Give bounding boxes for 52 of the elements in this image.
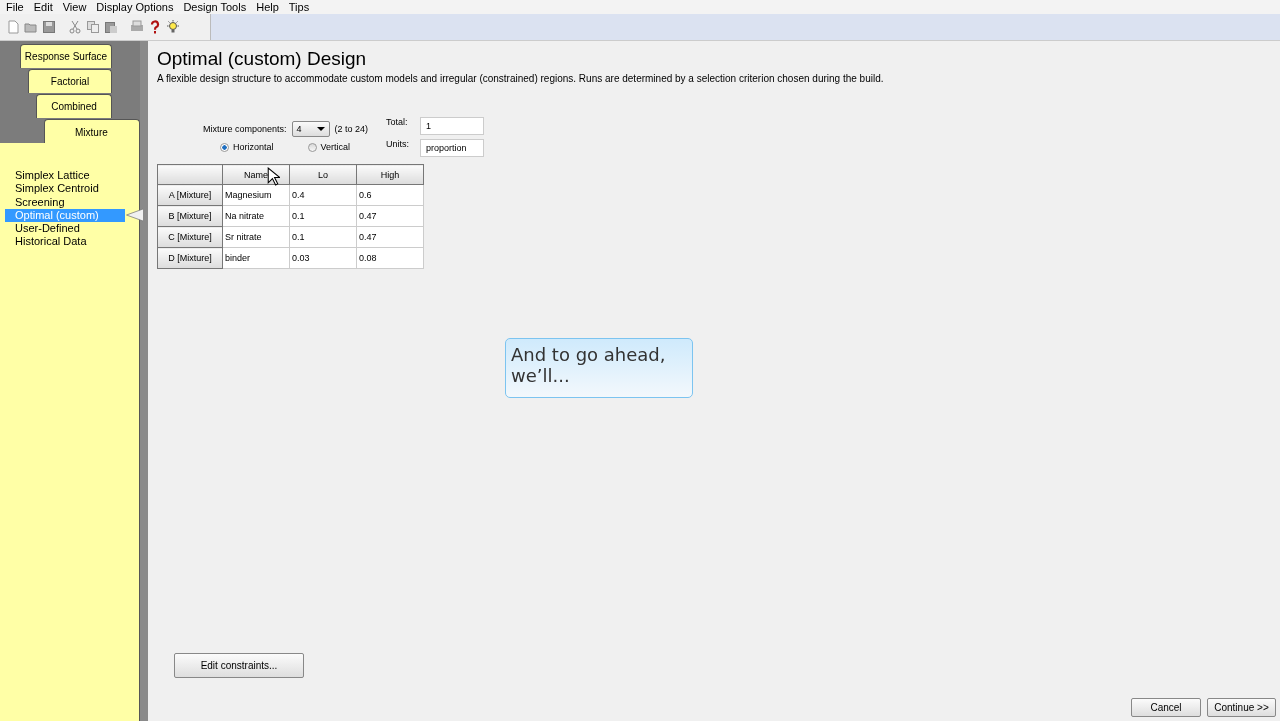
category-tab[interactable]: Mixture <box>44 119 140 144</box>
total-field[interactable]: 1 <box>420 117 485 135</box>
row-header[interactable]: B [Mixture] <box>157 205 223 227</box>
save-icon[interactable] <box>42 20 56 34</box>
category-tab[interactable]: Response Surface <box>20 44 112 68</box>
scissors-icon[interactable] <box>68 20 82 34</box>
radio-option[interactable]: Vertical <box>307 142 351 152</box>
radio-button-icon[interactable] <box>307 142 317 152</box>
menu-item[interactable]: Help <box>251 0 284 14</box>
caret-icon <box>316 127 325 131</box>
caption-bubble: And to go ahead, we’ll... <box>505 338 693 398</box>
design-list-item[interactable]: Historical Data <box>5 235 125 249</box>
row-header[interactable]: C [Mixture] <box>157 226 223 248</box>
column-header[interactable]: High <box>356 164 424 185</box>
units-field[interactable]: proportion <box>420 139 485 157</box>
category-tab[interactable]: Factorial <box>28 69 112 93</box>
dialog-button[interactable]: Cancel <box>1131 698 1201 717</box>
dialog-button[interactable]: Continue >> <box>1207 698 1276 717</box>
design-list-item[interactable]: User-Defined <box>5 222 125 236</box>
field-label: Mixture components: <box>203 124 287 134</box>
copy-icon[interactable] <box>86 20 100 34</box>
menu-item[interactable]: Edit <box>28 0 58 14</box>
new-file-icon[interactable] <box>6 20 20 34</box>
components-dropdown[interactable]: 4 <box>291 121 330 137</box>
edit-constraints-button[interactable]: Edit constraints... <box>174 653 304 678</box>
menu-item[interactable]: Display Options <box>91 0 179 14</box>
design-list-item[interactable]: Screening <box>5 195 125 209</box>
folder-icon[interactable] <box>24 20 38 34</box>
pointer-icon <box>125 206 143 223</box>
radio-option[interactable]: Horizontal <box>220 142 274 152</box>
help-icon[interactable] <box>148 20 162 34</box>
row-header[interactable]: D [Mixture] <box>157 247 223 269</box>
design-list-item[interactable]: Simplex Lattice <box>5 169 125 183</box>
row-header[interactable]: A [Mixture] <box>157 184 223 206</box>
lightbulb-icon[interactable] <box>166 20 180 34</box>
description: A flexible design structure to accommodate custom models and irregular (constrained) regions. Runs are determined by a selection criterion chosen during the build. <box>157 73 885 84</box>
page-title: Optimal (custom) Design <box>157 47 368 71</box>
menu-item[interactable]: File <box>0 0 29 14</box>
range-hint: (2 to 24) <box>334 124 369 134</box>
menu-item[interactable]: Tips <box>283 0 315 14</box>
menu-item[interactable]: View <box>57 0 92 14</box>
menu-item[interactable]: Design Tools <box>178 0 252 14</box>
radio-label: Vertical <box>320 142 351 152</box>
design-list-item[interactable]: Simplex Centroid <box>5 182 125 196</box>
radio-button-icon[interactable] <box>220 142 229 152</box>
category-tab[interactable]: Combined <box>36 94 112 118</box>
mouse-cursor-icon <box>267 167 280 186</box>
radio-label: Horizontal <box>233 142 274 152</box>
field-label: Units: <box>386 139 411 149</box>
column-header[interactable]: Lo <box>289 164 357 185</box>
clipboard-icon[interactable] <box>104 20 118 34</box>
field-label: Total: <box>386 117 409 127</box>
